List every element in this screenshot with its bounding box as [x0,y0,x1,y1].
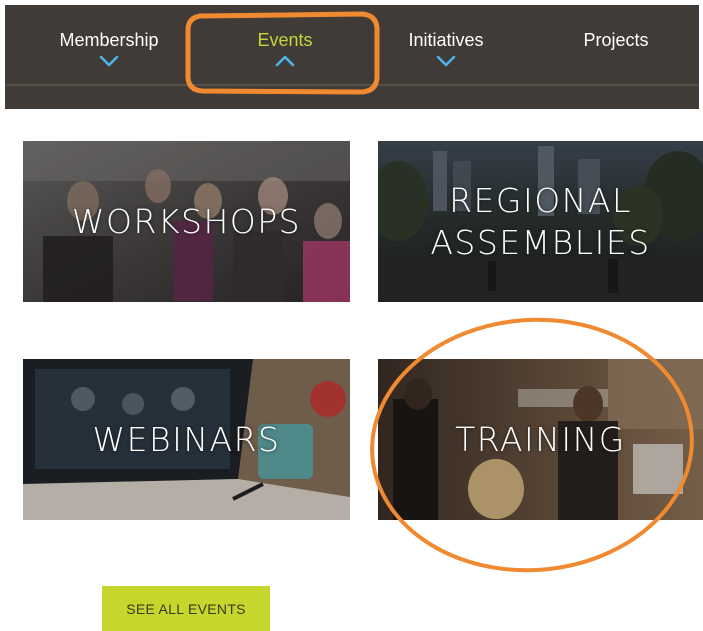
tile-webinars[interactable]: WEBINARS [23,359,350,520]
tile-training[interactable]: TRAINING [378,359,703,520]
tile-label: WORKSHOPS [71,201,302,241]
see-all-events-button[interactable]: SEE ALL EVENTS [102,586,270,631]
chevron-up-icon [275,55,295,67]
nav-item-label: Initiatives [408,30,484,50]
nav-item-label: Projects [583,30,649,50]
nav-item-initiatives[interactable]: Initiatives [393,5,499,81]
tile-label: WEBINARS [92,419,281,459]
nav-item-label: Membership [59,30,159,50]
nav-item-label: Events [257,30,313,50]
chevron-down-icon [436,55,456,67]
nav-divider [5,84,699,86]
chevron-down-icon [99,55,119,67]
events-nav-bar: Membership Events Initiatives Projects [5,5,699,109]
nav-item-events[interactable]: Events [235,5,335,81]
nav-item-membership[interactable]: Membership [49,5,169,81]
tile-label: TRAINING [455,419,626,459]
nav-item-projects[interactable]: Projects [571,5,661,81]
tile-workshops[interactable]: WORKSHOPS [23,141,350,302]
tile-label: REGIONAL ASSEMBLIES [430,180,651,262]
tile-regional-assemblies[interactable]: REGIONAL ASSEMBLIES [378,141,703,302]
